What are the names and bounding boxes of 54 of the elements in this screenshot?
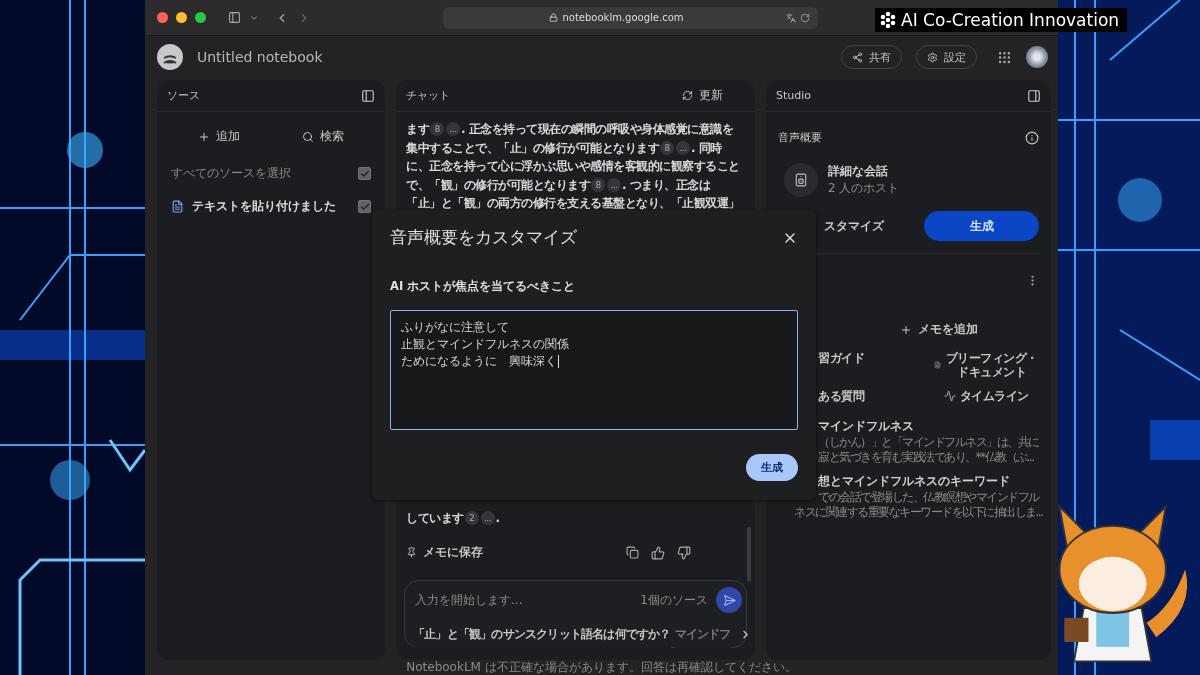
card-title: 詳細な会話 xyxy=(828,163,889,180)
generate-button[interactable]: 生成 xyxy=(746,454,798,481)
citation-chip[interactable]: 2 xyxy=(464,510,479,525)
message-text: 「止」と「観」の両方の修行を支える基盤となり、「止観双運」 xyxy=(406,195,740,212)
tool-button[interactable]: タイムライン xyxy=(933,386,1039,406)
message-text: に、正念を持って心に浮かぶ思いや感情を客観的に観察すること xyxy=(406,158,740,175)
citation-chip[interactable]: ... xyxy=(480,510,495,525)
note-text: での会話で登場した、仏教瞑想やマインドフル xyxy=(817,490,1040,505)
notebook-title: Untitled notebook xyxy=(197,49,324,65)
tool-button[interactable]: 習ガイド xyxy=(818,348,924,368)
select-all-label: すべてのソースを選択 xyxy=(171,165,292,182)
focus-text-field[interactable]: ふりがなに注意して 止観とマインドフルネスの関係 ためになるように 興味深く xyxy=(390,310,798,430)
disclaimer-text: NotebookLM は不正確な場合があります。回答は再確認してください。 xyxy=(406,660,797,674)
message-text: しています xyxy=(406,509,464,527)
add-note-button[interactable]: メモを追加 xyxy=(889,317,988,342)
note-text: （しかん）」と「マインドフルネス」は、共に xyxy=(817,435,1040,450)
url-text: notebooklm.google.com xyxy=(562,12,684,23)
message-text: 集中することで、「止」の修行が可能となります xyxy=(406,139,659,157)
chat-input[interactable]: 入力を開始します... 1個のソース 「止」と「観」のサンスクリット語名は何ですか？ マインドフ xyxy=(404,580,747,648)
panel-title: ソース xyxy=(167,88,200,103)
refresh-button[interactable]: 更新 xyxy=(672,83,733,108)
card-subtitle: 2 人のホスト xyxy=(828,180,900,197)
save-note-button[interactable]: メモに保存 xyxy=(406,545,483,560)
message-text: . 同時 xyxy=(691,139,722,157)
citation-chip[interactable]: 8 xyxy=(591,177,605,192)
section-title: 音声概要 xyxy=(778,130,822,145)
search-source-button[interactable]: 検索 xyxy=(292,124,354,149)
citation-chip[interactable]: ... xyxy=(446,122,460,137)
address-bar[interactable]: notebooklm.google.com xyxy=(443,6,818,29)
dialog-title: 音声概要をカスタマイズ xyxy=(390,226,577,249)
note-text: ネスに関連する重要なキーワードを以下に抽出しま... xyxy=(793,505,1044,520)
source-item[interactable]: テキストを貼り付けました xyxy=(192,198,350,215)
source-count: 1個のソース xyxy=(640,591,708,609)
citation-chip[interactable]: ... xyxy=(676,140,690,155)
note-text: 寂と気づきを育む実践法であり、**仏教（ぶ... xyxy=(817,450,1035,465)
generate-button[interactable]: 生成 xyxy=(924,211,1039,241)
message-text: . 正念を持って現在の瞬間の呼吸や身体感覚に意識を xyxy=(461,121,734,138)
message-text: で、「観」の修行が可能となります xyxy=(406,176,590,194)
citation-chip[interactable]: 8 xyxy=(430,122,444,137)
channel-brand: AI Co-Creation Innovation xyxy=(901,10,1120,30)
share-button[interactable]: 共有 xyxy=(841,45,902,69)
message-text: . xyxy=(495,509,500,527)
field-label: AI ホストが焦点を当てるべきこと xyxy=(390,279,577,294)
panel-title: チャット xyxy=(406,88,450,103)
tool-button[interactable]: ある質問 xyxy=(818,386,924,406)
settings-button[interactable]: 設定 xyxy=(916,45,977,69)
tool-button[interactable]: ブリーフィング・ドキュメント xyxy=(933,348,1039,382)
message-text: ます xyxy=(406,121,429,138)
citation-chip[interactable]: 8 xyxy=(660,140,674,155)
panel-title: Studio xyxy=(776,89,812,102)
message-text: . つまり、正念は xyxy=(622,176,711,194)
citation-chip[interactable]: ... xyxy=(607,177,621,192)
add-source-button[interactable]: 追加 xyxy=(188,124,250,149)
customize-button[interactable]: スタマイズ xyxy=(818,216,890,236)
